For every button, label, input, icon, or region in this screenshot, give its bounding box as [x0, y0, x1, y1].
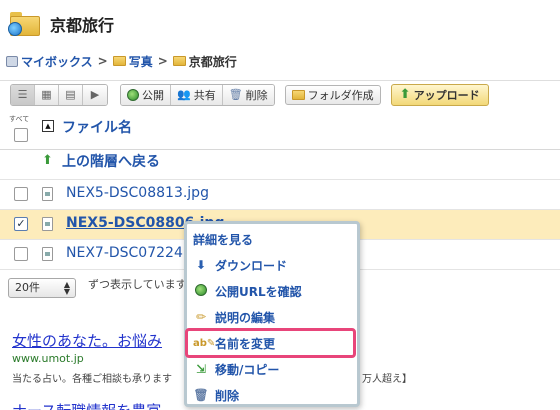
pencil-icon: ✏: [195, 310, 207, 324]
up-level-link[interactable]: 上の階層へ戻る: [62, 151, 160, 171]
menu-item-label: 詳細を見る: [193, 232, 254, 247]
rename-icon: ab✎: [193, 337, 216, 349]
per-page-label: ずつ表示しています: [88, 278, 187, 291]
move-copy-icon: ⇲: [195, 362, 207, 376]
upload-arrow-icon: ⬆: [399, 87, 411, 102]
page-header: 京都旅行: [0, 0, 560, 48]
upload-button[interactable]: ⬆ アップロード: [390, 83, 489, 106]
page-title: 京都旅行: [50, 16, 115, 35]
menu-item-label: ダウンロード: [215, 258, 288, 273]
menu-item-rename[interactable]: ab✎ 名前を変更: [185, 328, 356, 358]
breadcrumb-mybox[interactable]: マイボックス: [21, 53, 93, 70]
list-view-icon[interactable]: ☰: [11, 84, 35, 105]
player-view-icon[interactable]: ▶: [83, 84, 107, 105]
view-switcher: ☰ ▦ ▤ ▶: [10, 83, 108, 106]
menu-item-details[interactable]: 詳細を見る: [187, 226, 357, 252]
table-row[interactable]: NEX5-DSC08813.jpg: [0, 180, 560, 210]
select-all-checkbox[interactable]: [14, 128, 28, 142]
sort-asc-icon[interactable]: ▲: [42, 120, 54, 132]
publish-label: 公開: [142, 88, 164, 102]
image-file-icon: [42, 247, 53, 261]
breadcrumb-separator: >: [97, 54, 108, 68]
menu-item-download[interactable]: ⬇ ダウンロード: [187, 252, 357, 278]
ad-url[interactable]: www.umot.jp: [12, 352, 84, 365]
folder-icon: [172, 56, 186, 66]
breadcrumb: マイボックス > 写真 > 京都旅行: [6, 52, 237, 70]
menu-item-delete[interactable]: 🗑 削除: [187, 382, 357, 408]
breadcrumb-separator: >: [157, 54, 168, 68]
delete-button[interactable]: 🗑 削除: [222, 84, 274, 105]
toolbar: ☰ ▦ ▤ ▶ 公開 👥 共有 🗑 削除 フォルダ作成 ⬆ アップロード: [0, 80, 560, 108]
up-arrow-icon: ⬆: [42, 153, 53, 168]
mybox-icon: [6, 55, 18, 67]
select-spinner-icon: ▲ ▼: [63, 280, 70, 296]
up-level-row[interactable]: ⬆ 上の階層へ戻る: [0, 150, 560, 180]
menu-item-move-copy[interactable]: ⇲ 移動/コピー: [187, 356, 357, 382]
menu-item-label: 名前を変更: [215, 336, 276, 351]
action-group: 公開 👥 共有 🗑 削除: [120, 83, 275, 106]
menu-item-public-url[interactable]: 公開URLを確認: [187, 278, 357, 304]
trash-icon: 🗑: [228, 88, 243, 101]
per-page-select[interactable]: 20件 ▲ ▼: [8, 278, 76, 298]
menu-item-edit-description[interactable]: ✏ 説明の編集: [187, 304, 357, 330]
people-icon: 👥: [177, 88, 191, 101]
grid-view-icon[interactable]: ▦: [35, 84, 59, 105]
row-checkbox[interactable]: [14, 247, 28, 261]
globe-icon: [193, 283, 209, 299]
share-label: 共有: [193, 88, 216, 102]
per-page-value: 20件: [15, 281, 40, 294]
file-name-link[interactable]: NEX5-DSC08813.jpg: [66, 185, 209, 201]
menu-item-label: 公開URLを確認: [215, 284, 302, 299]
ad-title-link-2[interactable]: ナース転職情報を豊富: [12, 400, 212, 410]
upload-label: アップロード: [413, 88, 480, 102]
download-arrow-icon: ⬇: [195, 258, 207, 272]
select-all-label: すべて: [9, 115, 30, 123]
breadcrumb-current: 京都旅行: [188, 54, 237, 69]
row-checkbox-checked[interactable]: ✓: [14, 217, 28, 231]
globe-icon: [127, 88, 139, 101]
ad-description-tail: 万人超え】: [362, 374, 412, 385]
column-header-filename[interactable]: ファイル名: [62, 117, 132, 137]
image-file-icon: [42, 217, 53, 231]
menu-item-label: 説明の編集: [215, 310, 276, 325]
slideshow-view-icon[interactable]: ▤: [59, 84, 83, 105]
context-menu: 詳細を見る ⬇ ダウンロード 公開URLを確認 ✏ 説明の編集 ab✎ 名前を変…: [184, 221, 360, 407]
share-button[interactable]: 👥 共有: [171, 84, 223, 105]
image-file-icon: [42, 187, 53, 201]
folder-globe-icon: [8, 12, 40, 36]
folder-icon: [112, 56, 126, 66]
ad-title-link[interactable]: 女性のあなた。お悩み: [12, 330, 192, 351]
trash-icon: 🗑: [193, 388, 209, 402]
ad-description: 当たる占い。各種ご相談も承ります: [12, 374, 172, 385]
breadcrumb-photos[interactable]: 写真: [129, 53, 153, 70]
create-folder-button[interactable]: フォルダ作成: [284, 84, 381, 105]
menu-item-label: 移動/コピー: [215, 362, 280, 377]
row-checkbox[interactable]: [14, 187, 28, 201]
delete-label: 削除: [245, 88, 268, 102]
menu-item-label: 削除: [215, 388, 240, 403]
create-folder-label: フォルダ作成: [307, 88, 374, 102]
folder-icon: [291, 89, 305, 100]
publish-button[interactable]: 公開: [121, 84, 171, 105]
